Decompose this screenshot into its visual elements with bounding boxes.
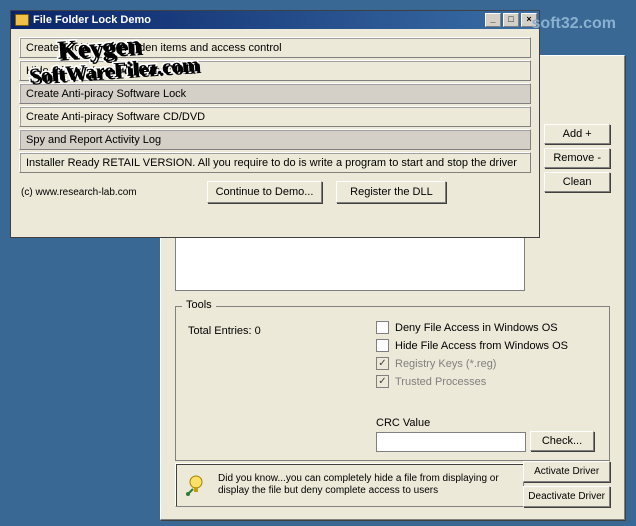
- tip-bar: Did you know...you can completely hide a…: [175, 463, 524, 507]
- option-row-1[interactable]: Hide a folder / unhide hidden folder: [19, 60, 531, 81]
- title-bar[interactable]: File Folder Lock Demo _ □ ×: [11, 11, 539, 29]
- trusted-processes-label: Trusted Processes: [395, 376, 486, 388]
- checkbox-icon: [376, 339, 389, 352]
- registry-keys-label: Registry Keys (*.reg): [395, 358, 496, 370]
- credit-text: (c) www.research-lab.com: [21, 187, 137, 198]
- folder-icon: [15, 14, 29, 26]
- add-button[interactable]: Add +: [544, 124, 610, 144]
- hide-access-checkbox-row[interactable]: Hide File Access from Windows OS: [376, 339, 568, 352]
- checkbox-icon: [376, 321, 389, 334]
- deny-access-checkbox-row[interactable]: Deny File Access in Windows OS: [376, 321, 568, 334]
- register-dll-button[interactable]: Register the DLL: [336, 181, 446, 203]
- window-title: File Folder Lock Demo: [33, 14, 481, 26]
- remove-button[interactable]: Remove -: [544, 148, 610, 168]
- minimize-button[interactable]: _: [485, 13, 501, 27]
- option-row-4[interactable]: Spy and Report Activity Log: [19, 129, 531, 150]
- option-row-0[interactable]: Create a folder with hidden items and ac…: [19, 37, 531, 58]
- option-row-3[interactable]: Create Anti-piracy Software CD/DVD: [19, 106, 531, 127]
- lightbulb-icon: [184, 473, 208, 497]
- option-row-5[interactable]: Installer Ready RETAIL VERSION. All you …: [19, 152, 531, 173]
- tip-text: Did you know...you can completely hide a…: [218, 473, 515, 498]
- maximize-button[interactable]: □: [503, 13, 519, 27]
- demo-window: File Folder Lock Demo _ □ × Create a fol…: [10, 10, 540, 238]
- deactivate-driver-button[interactable]: Deactivate Driver: [523, 486, 610, 507]
- hide-access-label: Hide File Access from Windows OS: [395, 340, 568, 352]
- activate-driver-button[interactable]: Activate Driver: [523, 461, 610, 482]
- trusted-processes-checkbox-row: Trusted Processes: [376, 375, 568, 388]
- crc-value-label: CRC Value: [376, 417, 430, 429]
- option-row-2[interactable]: Create Anti-piracy Software Lock: [19, 83, 531, 104]
- watermark-text: soft32.com: [532, 15, 616, 33]
- crc-value-input[interactable]: [376, 432, 526, 452]
- continue-demo-button[interactable]: Continue to Demo...: [207, 181, 323, 203]
- deny-access-label: Deny File Access in Windows OS: [395, 322, 558, 334]
- tools-legend: Tools: [182, 299, 216, 311]
- tools-groupbox: Tools Total Entries: 0 Deny File Access …: [175, 306, 610, 461]
- check-button[interactable]: Check...: [530, 431, 594, 451]
- clean-button[interactable]: Clean: [544, 172, 610, 192]
- checkbox-icon: [376, 375, 389, 388]
- total-entries-label: Total Entries: 0: [188, 325, 261, 337]
- registry-keys-checkbox-row: Registry Keys (*.reg): [376, 357, 568, 370]
- checkbox-icon: [376, 357, 389, 370]
